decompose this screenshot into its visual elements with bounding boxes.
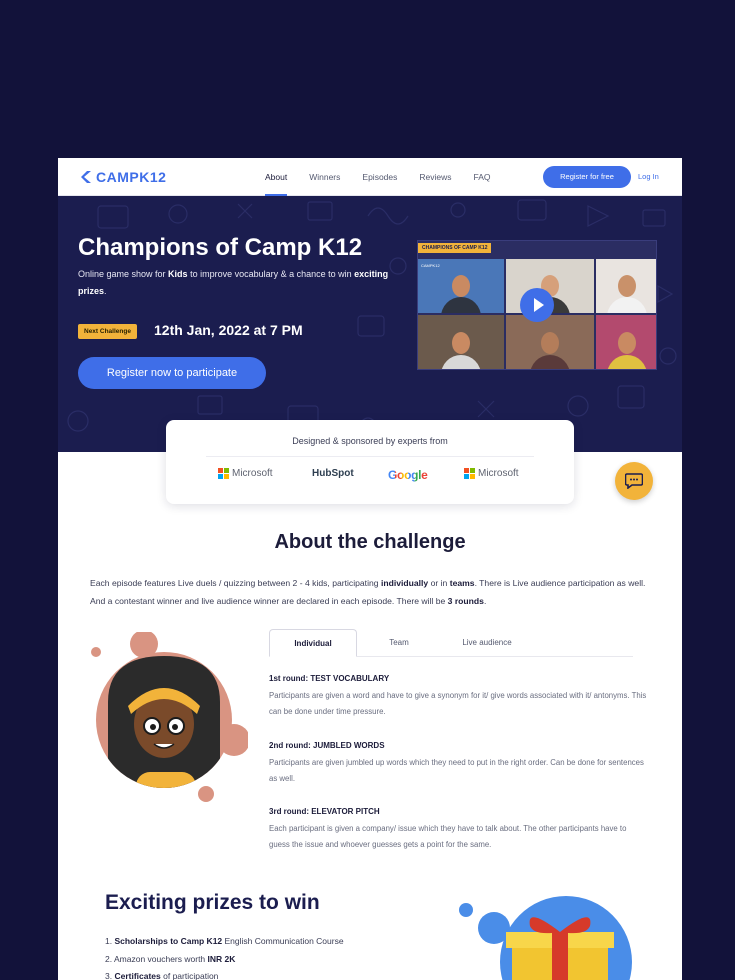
nav-link-faq[interactable]: FAQ [463,158,502,196]
prize-text: English Communication Course [222,936,344,946]
chat-button[interactable] [615,462,653,500]
sponsor-microsoft: Microsoft [218,468,273,479]
list-item: 1. Scholarships to Camp K12 English Comm… [105,933,344,951]
tab-live-audience[interactable]: Live audience [445,629,529,657]
top-nav: CAMPK12 About Winners Episodes Reviews F… [58,158,682,196]
hero-subtitle-text: Online game show for [78,269,169,279]
divider [206,456,534,457]
brand-name: CAMPK12 [96,169,167,185]
video-caption: CHAMPIONS OF CAMP K12 [418,243,492,253]
tab-team[interactable]: Team [369,629,429,657]
nav-link-about[interactable]: About [254,158,298,196]
hero-subtitle-end: . [104,286,107,296]
about-bold-individually: individually [380,578,429,588]
microsoft-logo-icon [464,468,475,479]
hero-subtitle-kids: Kids [168,269,188,279]
register-now-button[interactable]: Register now to participate [78,357,266,389]
prize-number: 2. [105,953,114,964]
list-item: 2. Amazon vouchers worth INR 2K [105,951,344,969]
nav-links: About Winners Episodes Reviews FAQ [254,158,502,196]
hero-subtitle: Online game show for Kids to improve voc… [78,266,408,300]
round-3-text: Each participant is given a company/ iss… [269,824,627,849]
round-1-text: Participants are given a word and have t… [269,691,647,716]
register-for-free-button[interactable]: Register for free [543,166,631,188]
about-title: About the challenge [274,531,466,553]
prize-text: Amazon vouchers worth [113,953,208,964]
sponsor-name: HubSpot [312,468,354,479]
tab-individual[interactable]: Individual [269,629,357,657]
campk12-logo-icon [80,170,92,184]
about-text: or in [428,578,450,588]
prize-list: 1. Scholarships to Camp K12 English Comm… [105,933,344,980]
prize-bold: Scholarships to Camp K12 [114,936,223,946]
chat-bubble-icon [625,473,643,489]
next-challenge-date: 12th Jan, 2022 at 7 PM [154,322,303,338]
nav-link-reviews[interactable]: Reviews [408,158,462,196]
video-player[interactable]: CHAMPIONS OF CAMP K12 CAMPK12 [417,240,657,370]
nav-link-episodes[interactable]: Episodes [351,158,408,196]
round-2-text: Participants are given jumbled up words … [269,758,644,783]
gift-box-illustration [459,896,632,980]
list-item: 3. Certificates of participation [105,968,344,980]
page: CAMPK12 About Winners Episodes Reviews F… [58,158,682,980]
login-link[interactable]: Log In [638,166,659,188]
round-1-title: 1st round: TEST VOCABULARY [269,674,390,683]
about-tabs: Individual Team Live audience [269,629,633,657]
about-description: Each episode features Live duels / quizz… [90,574,650,610]
prize-bold: Certificates [114,971,161,980]
sponsor-name: Microsoft [232,468,273,479]
kid-avatar-illustration [91,632,248,802]
about-bold-rounds: 3 rounds [447,596,484,606]
hero-title: Champions of Camp K12 [78,234,363,261]
prizes-title: Exciting prizes to win [105,891,320,914]
video-participant-tile [506,315,594,369]
next-challenge-badge: Next Challenge [78,324,137,339]
prize-text: of participation [160,971,219,980]
video-participant-tile [418,315,504,369]
round-2-title: 2nd round: JUMBLED WORDS [269,741,385,750]
hero-subtitle-text-2: to improve vocabulary & a chance to win [187,269,355,279]
sponsor-name: Google [388,468,428,482]
microsoft-logo-icon [218,468,229,479]
about-bold-teams: teams [449,578,475,588]
about-text: . [483,596,487,606]
sponsor-hubspot: HubSpot [312,468,354,479]
sponsor-microsoft-2: Microsoft [464,468,519,479]
video-participant-tile [596,315,656,369]
sponsor-name: Microsoft [478,468,519,479]
prize-bold: INR 2K [207,953,236,964]
nav-link-winners[interactable]: Winners [298,158,351,196]
round-3-title: 3rd round: ELEVATOR PITCH [269,807,380,816]
sponsors-card: Designed & sponsored by experts from Mic… [166,420,574,504]
hero-section: Champions of Camp K12 Online game show f… [58,196,682,452]
about-text: Each episode features Live duels / quizz… [90,578,381,588]
video-logo: CAMPK12 [421,263,440,268]
play-icon[interactable] [520,288,554,322]
sponsor-google: Google [388,468,428,482]
video-participant-tile [596,259,656,313]
sponsors-title: Designed & sponsored by experts from [292,436,448,446]
brand-logo[interactable]: CAMPK12 [80,169,166,185]
